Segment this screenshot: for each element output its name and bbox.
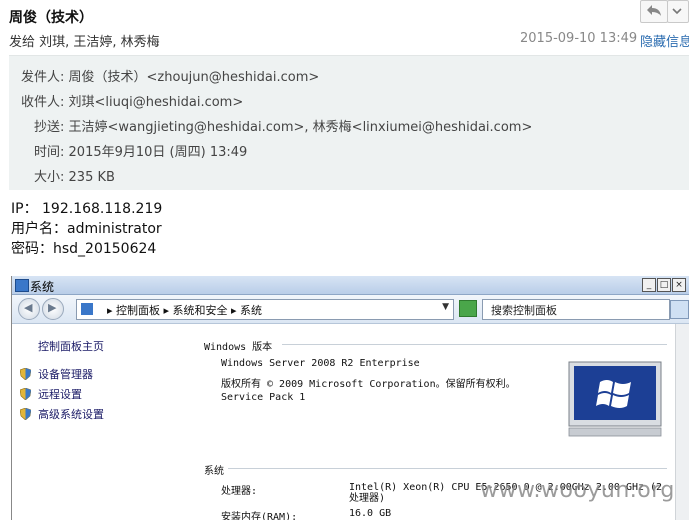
- ram-value: 16.0 GB: [349, 508, 392, 519]
- close-button[interactable]: ×: [672, 278, 686, 292]
- recipients-summary: 发给 刘琪, 王洁婷, 林秀梅: [9, 35, 160, 50]
- search-placeholder: 搜索控制面板: [491, 304, 557, 317]
- cc-label: 抄送:: [34, 120, 65, 135]
- email-date: 2015-09-10 13:49: [520, 31, 638, 46]
- to-value: 刘琪<liuqi@heshidai.com>: [68, 95, 244, 110]
- system-header: 系统: [204, 466, 224, 477]
- search-icon[interactable]: [670, 300, 689, 319]
- system-icon: [15, 279, 29, 292]
- watermark: www.wooyun.org: [480, 478, 675, 503]
- hide-details-link[interactable]: 隐藏信息: [640, 31, 689, 50]
- reply-button[interactable]: [640, 0, 668, 23]
- search-input[interactable]: 搜索控制面板: [482, 299, 670, 320]
- to-row: 收件人: 刘琪<liuqi@heshidai.com>: [21, 91, 243, 110]
- task-pane: 控制面板主页 设备管理器 远程设置 高级系统设置: [12, 324, 192, 520]
- processor-label: 处理器:: [221, 486, 258, 497]
- windows-logo-monitor-icon: [568, 361, 662, 437]
- window-title: 系统: [30, 280, 55, 294]
- size-value: 235 KB: [68, 170, 115, 185]
- minimize-button[interactable]: _: [642, 278, 656, 292]
- divider: [228, 468, 667, 469]
- scrollbar[interactable]: [675, 324, 689, 520]
- edition-value: Windows Server 2008 R2 Enterprise: [221, 358, 420, 369]
- chevron-down-icon[interactable]: ▼: [442, 302, 449, 312]
- to-label: 收件人:: [21, 95, 65, 110]
- shield-icon: [20, 408, 31, 420]
- from-label: 发件人:: [21, 70, 65, 85]
- advanced-system-settings-link[interactable]: 高级系统设置: [38, 406, 104, 422]
- edition-header: Windows 版本: [204, 342, 273, 353]
- from-row: 发件人: 周俊（技术）<zhoujun@heshidai.com>: [21, 66, 319, 85]
- back-button[interactable]: ◀: [18, 298, 40, 320]
- cc-value: 王洁婷<wangjieting@heshidai.com>, 林秀梅<linxi…: [68, 120, 533, 135]
- ip-line: IP： 192.168.118.219: [11, 201, 163, 217]
- maximize-button[interactable]: □: [657, 278, 671, 292]
- reply-arrow-icon: [647, 5, 661, 16]
- divider: [282, 344, 667, 345]
- password-line: 密码：hsd_20150624: [11, 241, 157, 257]
- cc-row: 抄送: 王洁婷<wangjieting@heshidai.com>, 林秀梅<l…: [34, 116, 532, 135]
- shield-icon: [20, 388, 31, 400]
- breadcrumb[interactable]: ▸ 控制面板 ▸ 系统和安全 ▸ 系统 ▼: [76, 299, 454, 320]
- ram-label: 安装内存(RAM):: [221, 512, 298, 520]
- email-subject: 周俊（技术）: [9, 10, 93, 26]
- chevron-down-icon: [672, 8, 682, 15]
- username-line: 用户名：administrator: [11, 221, 162, 237]
- back-arrow-icon: ◀: [24, 301, 33, 314]
- device-manager-link[interactable]: 设备管理器: [38, 366, 93, 382]
- breadcrumb-path: ▸ 控制面板 ▸ 系统和安全 ▸ 系统: [107, 304, 263, 317]
- email-details-panel: 发件人: 周俊（技术）<zhoujun@heshidai.com> 收件人: 刘…: [9, 55, 689, 190]
- size-row: 大小: 235 KB: [34, 166, 115, 185]
- size-label: 大小:: [34, 170, 65, 185]
- service-pack: Service Pack 1: [221, 392, 306, 403]
- control-panel-icon: [81, 303, 93, 315]
- remote-settings-link[interactable]: 远程设置: [38, 386, 82, 402]
- window-titlebar: 系统 _ □ ×: [12, 276, 689, 295]
- forward-arrow-icon: ▶: [48, 301, 57, 314]
- control-panel-home-link[interactable]: 控制面板主页: [38, 338, 104, 354]
- more-actions-button[interactable]: [667, 0, 689, 23]
- from-value: 周俊（技术）<zhoujun@heshidai.com>: [68, 70, 320, 85]
- copyright-text: 版权所有 © 2009 Microsoft Corporation。保留所有权利…: [221, 379, 516, 390]
- time-label: 时间:: [34, 145, 65, 160]
- shield-icon: [20, 368, 31, 380]
- refresh-icon[interactable]: [459, 300, 477, 317]
- time-value: 2015年9月10日 (周四) 13:49: [68, 145, 248, 160]
- address-bar: ◀ ▶ ▸ 控制面板 ▸ 系统和安全 ▸ 系统 ▼ 搜索控制面板: [12, 295, 689, 324]
- reply-toolbar: [640, 0, 689, 23]
- forward-button[interactable]: ▶: [42, 298, 64, 320]
- time-row: 时间: 2015年9月10日 (周四) 13:49: [34, 141, 247, 160]
